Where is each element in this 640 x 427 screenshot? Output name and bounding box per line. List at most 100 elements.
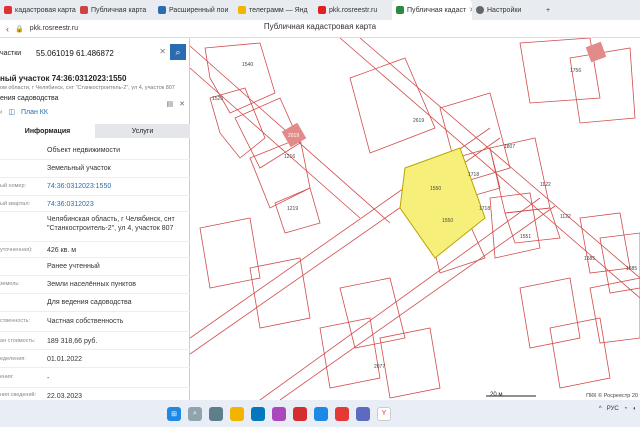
windows-start-icon[interactable]: ⊞ — [167, 406, 181, 421]
attribute-row: Ранее учтенный — [0, 258, 190, 276]
tab-label: Публичная кадаст — [407, 6, 467, 14]
attribute-row: ый квартал: 74:36:0312023 — [0, 196, 190, 212]
building-marker[interactable] — [585, 41, 607, 63]
tab-label: Публичная карта — [91, 6, 147, 14]
chevron-left-icon[interactable]: ‹ — [0, 109, 2, 116]
cadastral-quarter-link[interactable]: 74:36:0312023 — [47, 200, 187, 209]
attribute-row: ый номер: 74:36:0312023:1550 — [0, 178, 190, 196]
info-sidebar: частки 55.061019 61.486872 ✕ ⌕ ный участ… — [0, 38, 190, 400]
back-icon[interactable]: ‹ — [6, 24, 9, 34]
parcel-label: 1216 — [284, 154, 295, 160]
parcel-label: 2619 — [413, 118, 424, 124]
app-icon[interactable] — [293, 406, 307, 421]
site-icon — [238, 6, 246, 14]
site-icon — [396, 6, 404, 14]
tab-label: кадастровая карта — [15, 6, 76, 14]
attribute-row: Для ведения садоводства — [0, 294, 190, 312]
parcel-label: 1550 — [442, 218, 453, 224]
tab-label: Расширенный пои — [169, 6, 229, 14]
parcel-label: 1685 — [626, 266, 637, 272]
app-icon[interactable] — [356, 406, 370, 421]
parcel-label: 2077 — [374, 364, 385, 370]
parcel-label: 1718 — [468, 172, 479, 178]
attribute-row: Земельный участок — [0, 160, 190, 178]
parcel-label: 1520 — [212, 96, 223, 102]
parcel-label: 1122 — [560, 214, 571, 220]
plan-label[interactable]: План КК — [21, 109, 48, 116]
attribute-row: Челябинская область, г Челябинск, снт "С… — [0, 212, 190, 242]
photos-icon[interactable] — [272, 406, 286, 421]
site-icon — [4, 6, 12, 14]
attribute-row: ственность: Частная собственность — [0, 312, 190, 332]
chevron-up-icon[interactable]: ^ — [599, 406, 602, 412]
selected-parcel[interactable] — [399, 147, 486, 259]
parcel-label: 1718 — [479, 206, 490, 212]
object-title: ный участок 74:36:0312023:1550 — [0, 74, 127, 83]
browser-tab[interactable]: кадастровая карта — [0, 0, 76, 20]
browser-tab[interactable]: pkk.rosreestr.ru — [314, 0, 392, 20]
search-category[interactable]: частки — [0, 50, 30, 57]
cadastral-map[interactable]: 1540 1520 2019 1216 1219 2619 1807 1718 … — [190, 38, 640, 400]
object-address: ом области, г Челябинск, снт "Станкостро… — [0, 85, 175, 91]
parcel-label: 1540 — [242, 62, 253, 68]
plan-icon: ◫ — [8, 109, 15, 116]
browser-tab-bar: кадастровая карта Публичная карта Расшир… — [0, 0, 640, 20]
tab-label: pkk.rosreestr.ru — [329, 6, 378, 14]
browser-tab[interactable]: телеграмм — Янд — [234, 0, 314, 20]
attribute-row: ая стоимость: 189 318,66 руб. — [0, 332, 190, 350]
tab-services[interactable]: Услуги — [95, 124, 190, 138]
close-icon[interactable]: ✕ — [179, 100, 185, 108]
action-icons: ▤ ✕ — [167, 100, 186, 108]
search-input[interactable]: 55.061019 61.486872 — [36, 49, 114, 58]
store-icon[interactable] — [251, 406, 265, 421]
tab-info[interactable]: Информация — [0, 124, 95, 138]
attribute-row: уточненная): 426 кв. м — [0, 242, 190, 258]
browser-icon[interactable] — [335, 406, 349, 421]
parcel-label: 1807 — [504, 144, 515, 150]
os-taskbar: ⊞ ⌕ Y ^ РУС ◔ ◖ — [0, 400, 640, 427]
search-icon[interactable]: ⌕ — [188, 406, 202, 421]
browser-tab[interactable]: Настройки — [472, 0, 542, 20]
attribute-row: еделения: 01.01.2022 — [0, 350, 190, 368]
attribute-row: Объект недвижимости — [0, 142, 190, 160]
parcel-label: 1550 — [430, 186, 441, 192]
parcel-label: 1685 — [584, 256, 595, 262]
language-indicator[interactable]: РУС — [607, 406, 619, 412]
gear-icon — [476, 6, 484, 14]
search-button[interactable]: ⌕ — [170, 44, 186, 60]
url-field[interactable]: pkk.rosreestr.ru — [30, 25, 78, 32]
folder-icon[interactable] — [230, 406, 244, 421]
site-icon — [80, 6, 88, 14]
parcel-label: 1676 — [608, 52, 619, 58]
site-icon — [158, 6, 166, 14]
map-canvas[interactable]: 1540 1520 2019 1216 1219 2619 1807 1718 … — [190, 38, 640, 400]
page-title: Публичная кадастровая карта — [263, 22, 377, 31]
clear-icon[interactable]: ✕ — [159, 47, 166, 56]
tab-label: телеграмм — Янд — [249, 6, 308, 14]
attribute-row: ения: - — [0, 368, 190, 388]
browser-tab[interactable]: Публичная карта — [76, 0, 154, 20]
parcel-label: 1219 — [287, 206, 298, 212]
site-icon — [318, 6, 326, 14]
browser-tab[interactable]: Расширенный пои — [154, 0, 234, 20]
yandex-icon[interactable]: Y — [377, 406, 391, 421]
volume-icon[interactable]: ◖ — [632, 406, 636, 412]
attribute-row: земель: Земли населённых пунктов — [0, 276, 190, 294]
scale-label: 20 м — [490, 392, 503, 398]
object-type: ения садоводства — [0, 95, 59, 102]
system-tray: ^ РУС ◔ ◖ — [599, 406, 636, 412]
parcel-label: 1756 — [570, 68, 581, 74]
print-icon[interactable]: ▤ — [167, 100, 174, 108]
app-icon[interactable] — [314, 406, 328, 421]
cadastral-number-link[interactable]: 74:36:0312023:1550 — [47, 182, 187, 191]
info-tabs: Информация Услуги — [0, 124, 190, 138]
browser-tab-active[interactable]: Публичная кадаст ✕ — [392, 0, 472, 20]
wifi-icon[interactable]: ◔ — [624, 406, 628, 412]
parcel-label: 1551 — [520, 234, 531, 240]
search-bar: частки 55.061019 61.486872 ✕ ⌕ — [0, 44, 190, 62]
new-tab-button[interactable]: + — [542, 0, 562, 20]
plan-kk[interactable]: ‹ ◫ План КК — [0, 108, 48, 117]
tab-label: Настройки — [487, 6, 522, 14]
widget-icon[interactable] — [209, 406, 223, 421]
copyright-text: ПКК © Росреестр 20 — [586, 393, 638, 399]
